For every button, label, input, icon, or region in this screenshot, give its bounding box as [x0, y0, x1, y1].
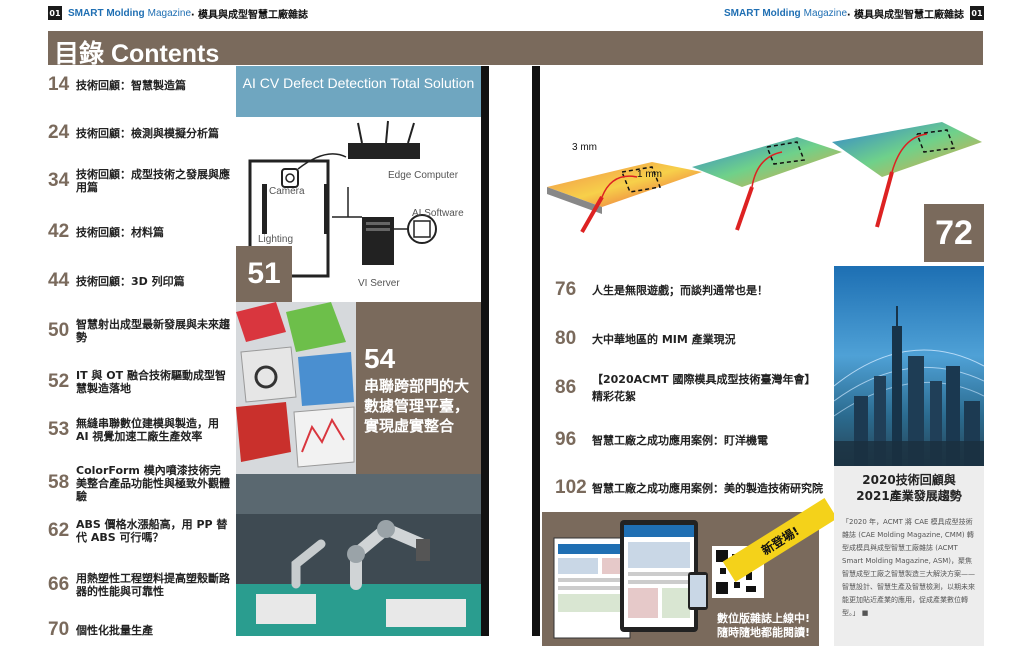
toc-item[interactable]: 58 ColorForm 模內噴漆技術完美整合產品功能性與極致外觀體驗: [48, 461, 230, 505]
toc-page-number: 70: [48, 619, 70, 640]
toc-title: 個性化批量生產: [76, 623, 153, 637]
lighting-label: Lighting: [258, 234, 294, 245]
toc-page-number: 42: [48, 221, 70, 242]
toc-page-number: 52: [48, 371, 70, 392]
ai-software-label: AI Software: [412, 208, 464, 219]
page-badge-54: 54: [364, 343, 396, 374]
digital-caption-line1: 數位版雜誌上線中!: [716, 612, 811, 625]
toc-title: ColorForm 模內噴漆技術完美整合產品功能性與極致外觀體驗: [76, 463, 230, 503]
toc-page-number: 86: [555, 377, 577, 398]
column-divider-left: [481, 66, 489, 636]
toc-page-number: 62: [48, 520, 70, 541]
page-badge-72[interactable]: 72: [924, 204, 984, 262]
toc-page-number: 14: [48, 74, 70, 95]
header-right: SMART Molding Magazine ‧ 模具與成型智慧工廠雜誌 01: [724, 5, 984, 21]
toc-title: 技術回顧：材料篇: [76, 225, 164, 239]
toc-page-number: 102: [555, 477, 587, 498]
toc-item[interactable]: 53 無縫串聯數位建模與製造，用 AI 視覺加速工廠生產效率: [48, 408, 230, 452]
robot-arm-photo[interactable]: [236, 474, 481, 636]
toc-item[interactable]: 76 人生是無限遊戲；而談判通常也是！: [555, 278, 825, 302]
feature-54-image[interactable]: [236, 302, 356, 474]
toc-title: IT 與 OT 融合技術驅動成型智慧製造落地: [76, 369, 226, 395]
toc-item[interactable]: 24 技術回顧：檢測與模擬分析篇: [48, 118, 230, 148]
toc-item[interactable]: 52 IT 與 OT 融合技術驅動成型智慧製造落地: [48, 367, 230, 397]
toc-page-number: 50: [48, 320, 70, 341]
mold-flow-image[interactable]: 3 mm 1 mm: [542, 112, 984, 237]
brand-name-right: SMART Molding: [724, 7, 801, 19]
camera-label: Camera: [269, 186, 305, 197]
ai-cv-banner: AI CV Defect Detection Total Solution: [236, 66, 481, 117]
toc-title: 智慧射出成型最新發展與未來趨勢: [76, 318, 230, 344]
cover-title-line1: 2020技術回顧與: [862, 473, 956, 487]
toc-title: 【2020ACMT 國際模具成型技術臺灣年會】精彩花絮: [592, 373, 816, 403]
cover-title: 2020技術回顧與 2021產業發展趨勢: [842, 472, 976, 504]
toc-item[interactable]: 102 智慧工廠之成功應用案例：美的製造技術研究院: [555, 470, 825, 506]
cover-title-line2: 2021產業發展趨勢: [856, 489, 962, 503]
page-number-right: 01: [970, 6, 984, 20]
toc-page-number: 53: [48, 419, 70, 440]
toc-title: 技術回顧：成型技術之發展與應用篇: [76, 168, 230, 194]
toc-title: 用熱塑性工程塑料提高塑殼斷路器的性能與可靠性: [76, 572, 230, 598]
edge-computer-label: Edge Computer: [388, 170, 459, 181]
page-badge-51[interactable]: 51: [236, 246, 292, 302]
toc-title: 技術回顧：智慧製造篇: [76, 78, 186, 92]
cad-parts-illustration: [236, 302, 356, 474]
toc-item[interactable]: 44 技術回顧：3D 列印篇: [48, 270, 230, 292]
toc-item[interactable]: 66 用熱塑性工程塑料提高塑殼斷路器的性能與可靠性: [48, 570, 230, 600]
vi-server-label: VI Server: [358, 278, 400, 289]
toc-item[interactable]: 42 技術回顧：材料篇: [48, 221, 230, 243]
feature-54-title: 串聯跨部門的大數據管理平臺，實現虛實整合: [364, 377, 470, 435]
toc-title: ABS 價格水漲船高，用 PP 替代 ABS 可行嗎？: [76, 518, 228, 544]
toc-item[interactable]: 86 【2020ACMT 國際模具成型技術臺灣年會】精彩花絮: [555, 370, 825, 406]
digital-caption: 數位版雜誌上線中! 隨時隨地都能閱讀!: [706, 612, 821, 640]
brand-sub: Magazine: [147, 7, 192, 19]
cover-story-card[interactable]: 2020技術回顧與 2021產業發展趨勢 「2020 年，ACMT 將 CAE …: [834, 466, 984, 646]
edge-computer-icon: [348, 143, 420, 159]
brand-tagline: ‧ 模具與成型智慧工廠雜誌: [191, 9, 308, 21]
toc-page-number: 34: [48, 170, 70, 191]
toc-item[interactable]: 96 智慧工廠之成功應用案例：盯洋機電: [555, 428, 825, 452]
contents-band: 目錄 Contents: [48, 31, 983, 68]
camera-icon: [281, 168, 299, 188]
toc-title: 技術回顧：3D 列印篇: [76, 274, 185, 288]
toc-page-number: 76: [555, 279, 577, 300]
ai-brain-icon: [407, 214, 437, 244]
column-divider-right: [532, 66, 540, 636]
city-skyline-illustration: [834, 306, 984, 466]
digital-caption-line2: 隨時隨地都能閱讀!: [716, 626, 811, 639]
toc-item[interactable]: 34 技術回顧：成型技術之發展與應用篇: [48, 166, 230, 196]
toc-item[interactable]: 70 個性化批量生產: [48, 619, 230, 641]
toc-title: 大中華地區的 MIM 產業現況: [592, 332, 736, 346]
toc-item[interactable]: 14 技術回顧：智慧製造篇: [48, 74, 230, 96]
toc-page-number: 58: [48, 472, 70, 493]
mold-flow-illustration: 3 mm 1 mm: [547, 122, 982, 233]
cover-city-image[interactable]: [834, 266, 984, 466]
toc-page-number: 80: [555, 328, 577, 349]
toc-page-number: 66: [48, 574, 70, 595]
brand-name: SMART Molding: [68, 7, 145, 19]
brand-sub-right: Magazine: [803, 7, 848, 19]
toc-title: 智慧工廠之成功應用案例：盯洋機電: [592, 433, 768, 447]
toc-item[interactable]: 80 大中華地區的 MIM 產業現況: [555, 327, 825, 351]
robot-arm-illustration: [236, 474, 481, 636]
toc-title: 智慧工廠之成功應用案例：美的製造技術研究院: [592, 481, 823, 495]
mold-label-1mm: 1 mm: [637, 169, 662, 180]
toc-title: 人生是無限遊戲；而談判通常也是！: [592, 283, 768, 297]
mold-label-3mm: 3 mm: [572, 142, 597, 153]
cover-body: 「2020 年，ACMT 將 CAE 模具成型技術雜誌 (CAE Molding…: [842, 518, 975, 617]
toc-page-number: 96: [555, 429, 577, 450]
toc-item[interactable]: 62 ABS 價格水漲船高，用 PP 替代 ABS 可行嗎？: [48, 516, 230, 546]
toc-page-number: 24: [48, 122, 70, 143]
toc-title: 無縫串聯數位建模與製造，用 AI 視覺加速工廠生產效率: [76, 417, 219, 443]
toc-title: 技術回顧：檢測與模擬分析篇: [76, 126, 219, 140]
toc-page-number: 44: [48, 270, 70, 291]
feature-54-box[interactable]: 54 串聯跨部門的大數據管理平臺，實現虛實整合: [356, 302, 481, 474]
contents-title: 目錄 Contents: [54, 40, 220, 68]
toc-item[interactable]: 50 智慧射出成型最新發展與未來趨勢: [48, 316, 230, 346]
brand-tagline-right: ‧ 模具與成型智慧工廠雜誌: [847, 9, 964, 21]
header-left: 01 SMART Molding Magazine ‧ 模具與成型智慧工廠雜誌: [48, 5, 308, 21]
page-number-left: 01: [48, 6, 62, 20]
